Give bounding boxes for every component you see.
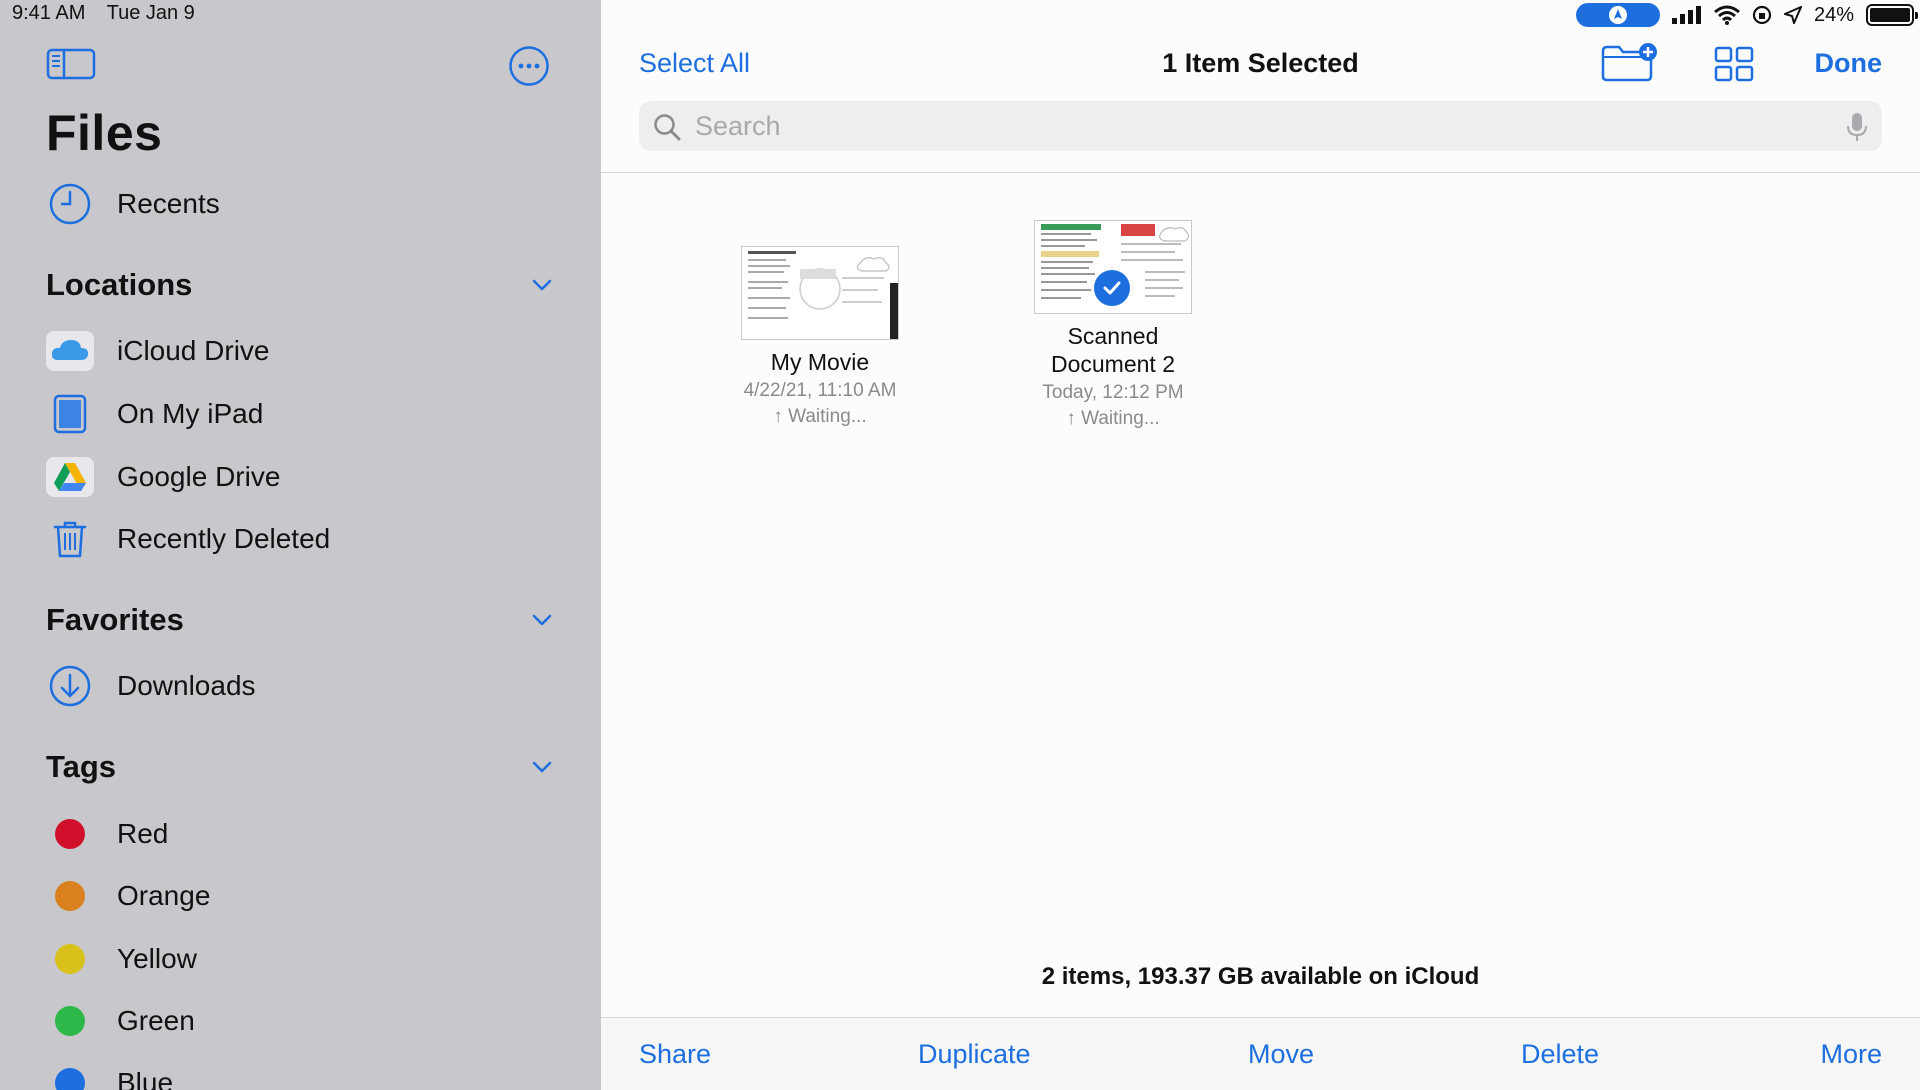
sidebar-item-icloud-drive[interactable]: iCloud Drive: [0, 323, 601, 379]
checkmark-icon: [1091, 267, 1133, 309]
file-name: My Movie: [770, 349, 870, 375]
sidebar-item-tag-green[interactable]: Green: [0, 993, 601, 1049]
section-heading: Tags: [46, 749, 117, 784]
chevron-down-icon: [532, 614, 552, 626]
sidebar-item-recently-deleted[interactable]: Recently Deleted: [0, 511, 601, 567]
tag-color-dot-icon: [55, 1068, 85, 1090]
file-date: 4/22/21, 11:10 AM: [743, 380, 897, 401]
sidebar-item-tag-orange[interactable]: Orange: [0, 868, 601, 924]
sidebar-item-label: Orange: [117, 880, 211, 911]
sidebar-item-tag-red[interactable]: Red: [0, 806, 601, 862]
sidebar-item-tag-yellow[interactable]: Yellow: [0, 931, 601, 987]
locations-section-header[interactable]: Locations: [46, 263, 556, 307]
status-date: Tue Jan 9: [106, 2, 195, 24]
chevron-down-icon: [532, 761, 552, 773]
file-item-scanned-document-2[interactable]: Scanned Document 2 Today, 12:12 PM ↑ Wai…: [993, 220, 1233, 432]
tags-section-header[interactable]: Tags: [46, 745, 556, 789]
signal-icon: [1671, 6, 1701, 24]
more-options-icon[interactable]: [508, 45, 550, 87]
sidebar-item-downloads[interactable]: Downloads: [0, 658, 601, 714]
file-thumbnail: [741, 246, 899, 340]
search-input[interactable]: [695, 107, 1815, 145]
sidebar-toggle-icon[interactable]: [46, 47, 96, 81]
location-arrow-icon: [1783, 6, 1802, 24]
bottom-toolbar: Share Duplicate Move Delete More: [601, 1017, 1920, 1090]
page-title: Files: [46, 105, 163, 161]
status-time: 9:41 AM: [12, 2, 86, 24]
sidebar-item-label: Downloads: [117, 670, 256, 701]
location-pill-icon: [1575, 3, 1660, 27]
chevron-down-icon: [532, 279, 552, 291]
sidebar-item-label: On My iPad: [117, 398, 264, 429]
microphone-icon[interactable]: [1846, 112, 1868, 142]
grid-view-icon[interactable]: [1714, 46, 1754, 82]
sidebar-item-label: Google Drive: [117, 461, 281, 492]
sidebar-item-recents[interactable]: Recents: [0, 176, 601, 232]
sidebar-item-tag-blue[interactable]: Blue: [0, 1055, 601, 1090]
storage-info: 2 items, 193.37 GB available on iCloud: [1041, 963, 1480, 990]
move-button[interactable]: Move: [1248, 1039, 1314, 1070]
favorites-section-header[interactable]: Favorites: [46, 598, 556, 642]
tag-color-dot-icon: [55, 819, 85, 849]
file-date: Today, 12:12 PM: [1042, 382, 1184, 403]
icloud-icon: [46, 329, 94, 373]
delete-button[interactable]: Delete: [1521, 1039, 1599, 1070]
sidebar-item-label: Recently Deleted: [117, 523, 331, 554]
main-content: 24% Select All 1 Item Selected Done Sear…: [601, 0, 1920, 1090]
sidebar-item-label: Yellow: [117, 943, 197, 974]
sidebar-item-google-drive[interactable]: Google Drive: [0, 449, 601, 505]
more-button[interactable]: More: [1820, 1039, 1882, 1070]
tag-color-dot-icon: [55, 1006, 85, 1036]
file-upload-status: ↑ Waiting...: [773, 406, 867, 427]
sidebar-item-label: Blue: [117, 1067, 174, 1090]
duplicate-button[interactable]: Duplicate: [918, 1039, 1031, 1070]
file-name: Scanned Document 2: [1050, 323, 1175, 377]
search-bar: [639, 101, 1882, 151]
download-icon: [46, 664, 94, 708]
rotation-lock-icon: [1752, 5, 1772, 25]
battery-icon: [1866, 4, 1918, 26]
status-bar-left: 9:41 AM Tue Jan 9: [12, 2, 211, 25]
search-icon: [654, 114, 681, 141]
section-heading: Favorites: [46, 602, 184, 637]
google-drive-icon: [46, 455, 94, 499]
new-folder-icon[interactable]: [1601, 43, 1659, 83]
sidebar-item-label: Recents: [117, 188, 220, 219]
sidebar-item-on-my-ipad[interactable]: On My iPad: [0, 386, 601, 442]
header-divider: [601, 172, 1920, 173]
tag-color-dot-icon: [55, 944, 85, 974]
file-item-my-movie[interactable]: My Movie 4/22/21, 11:10 AM ↑ Waiting...: [700, 220, 940, 430]
ipad-icon: [46, 392, 94, 436]
trash-icon: [46, 517, 94, 561]
sidebar-item-label: iCloud Drive: [117, 335, 270, 366]
file-upload-status: ↑ Waiting...: [1066, 408, 1160, 429]
file-thumbnail: [1034, 220, 1192, 314]
battery-percent: 24%: [1813, 3, 1854, 26]
section-heading: Locations: [46, 267, 193, 302]
status-bar-right: 24%: [1575, 2, 1918, 28]
wifi-icon: [1714, 5, 1740, 25]
tag-color-dot-icon: [55, 881, 85, 911]
done-button[interactable]: Done: [1815, 48, 1883, 79]
sidebar: 9:41 AM Tue Jan 9 Files Recents Location…: [0, 0, 601, 1090]
share-button[interactable]: Share: [639, 1039, 711, 1070]
sidebar-item-label: Red: [117, 818, 169, 849]
sidebar-item-label: Green: [117, 1005, 195, 1036]
clock-icon: [46, 182, 94, 226]
